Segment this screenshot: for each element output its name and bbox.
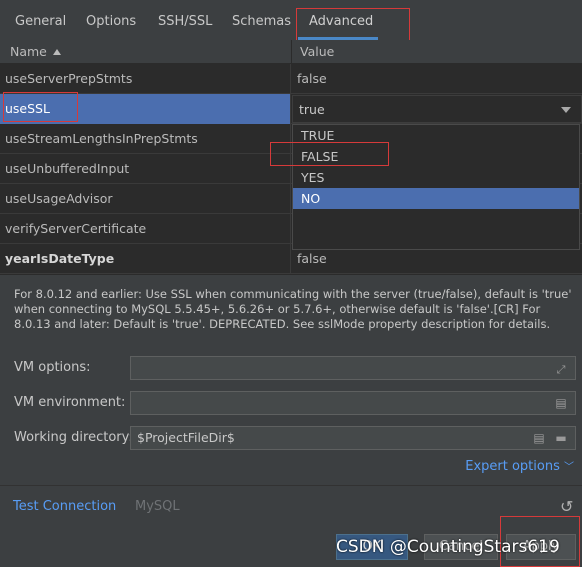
property-name: useStreamLengthsInPrepStmts <box>0 124 291 154</box>
working-directory-field[interactable]: $ProjectFileDir$ ▤ ▬ <box>130 426 576 450</box>
column-header-name[interactable]: Name <box>10 40 61 64</box>
expert-options-link[interactable]: Expert options ﹀ <box>465 458 574 474</box>
value-combobox[interactable]: true <box>292 95 582 123</box>
tab-options[interactable]: Options <box>86 0 136 40</box>
tab-schemas[interactable]: Schemas <box>232 0 291 40</box>
working-directory-label: Working directory: <box>14 430 133 445</box>
property-name: yearIsDateType <box>0 244 291 274</box>
dropdown-option-false[interactable]: FALSE <box>293 146 579 167</box>
property-name: useSSL <box>0 94 291 124</box>
undo-icon[interactable]: ↺ <box>560 497 573 516</box>
dropdown-option-yes[interactable]: YES <box>293 167 579 188</box>
column-header-name-label: Name <box>10 44 47 59</box>
property-name: useUnbufferedInput <box>0 154 291 184</box>
property-description: For 8.0.12 and earlier: Use SSL when com… <box>14 287 572 331</box>
properties-table: Name Value useServerPrepStmts false useS… <box>0 40 582 275</box>
property-name: useUsageAdvisor <box>0 184 291 214</box>
folder-icon[interactable]: ▬ <box>553 430 569 446</box>
expand-icon[interactable]: ⤢ <box>553 362 569 378</box>
value-dropdown-list: TRUE FALSE YES NO <box>292 124 580 250</box>
chevron-down-icon: ﹀ <box>564 462 574 473</box>
property-name: useServerPrepStmts <box>0 64 291 94</box>
driver-label[interactable]: MySQL <box>135 499 180 514</box>
dropdown-option-no[interactable]: NO <box>293 188 579 209</box>
working-directory-value: $ProjectFileDir$ <box>137 430 235 445</box>
property-name: verifyServerCertificate <box>0 214 291 244</box>
tab-general[interactable]: General <box>15 0 66 40</box>
dropdown-option-true[interactable]: TRUE <box>293 125 579 146</box>
column-divider <box>291 40 292 64</box>
column-header-value[interactable]: Value <box>300 40 334 64</box>
table-row[interactable]: useServerPrepStmts false <box>0 64 582 94</box>
document-icon[interactable]: ▤ <box>531 430 547 446</box>
tab-advanced[interactable]: Advanced <box>298 0 378 40</box>
expert-options-label: Expert options <box>465 459 560 474</box>
tab-ssh-ssl[interactable]: SSH/SSL <box>158 0 212 40</box>
tab-advanced-label: Advanced <box>309 14 374 29</box>
sort-ascending-icon <box>52 49 61 55</box>
property-value[interactable]: false <box>292 64 582 94</box>
vm-options-label: VM options: <box>14 360 91 375</box>
vm-options-field[interactable]: ⤢ <box>130 356 576 380</box>
document-icon[interactable]: ▤ <box>553 395 569 411</box>
chevron-down-icon[interactable] <box>561 107 571 113</box>
vm-environment-label: VM environment: <box>14 395 126 410</box>
test-connection-link[interactable]: Test Connection <box>13 499 116 514</box>
tab-bar: General Options SSH/SSL Schemas Advanced <box>0 0 582 40</box>
combobox-selected-value: true <box>299 102 325 117</box>
table-header: Name Value <box>0 40 582 64</box>
watermark-text: CSDN @CountingStars619 <box>336 537 560 557</box>
vm-environment-field[interactable]: ▤ <box>130 391 576 415</box>
